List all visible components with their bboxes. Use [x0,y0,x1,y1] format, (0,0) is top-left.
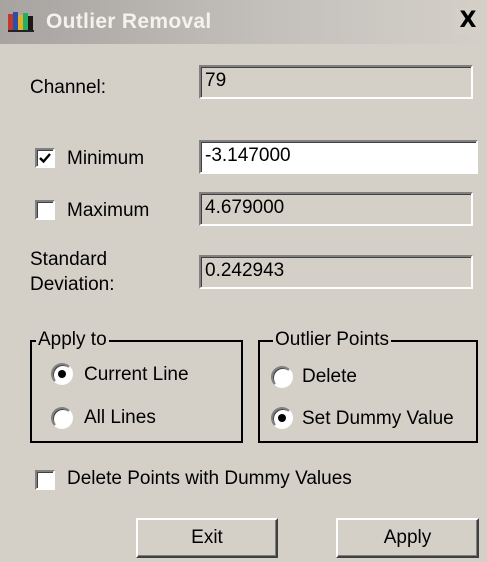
set-dummy-value-radio[interactable] [271,407,293,429]
minimum-label: Minimum [67,148,145,169]
app-icon [8,12,34,32]
current-line-radio[interactable] [51,363,73,385]
radio-dot-icon [58,370,66,378]
title-bar[interactable]: Outlier Removal X [0,0,487,44]
close-icon: X [459,8,477,33]
delete-dummy-points-checkbox[interactable] [35,470,55,490]
maximum-checkbox[interactable] [35,200,55,220]
radio-dot-icon [278,414,286,422]
minimum-input[interactable]: -3.147000 [199,140,478,174]
apply-button[interactable]: Apply [336,518,479,558]
apply-to-group-title: Apply to [36,329,109,351]
std-dev-field: 0.242943 [199,255,473,289]
outlier-removal-dialog: Outlier Removal X Channel: 79 Minimum -3… [0,0,487,562]
maximum-label: Maximum [67,200,150,221]
all-lines-radio[interactable] [51,407,73,429]
delete-radio[interactable] [271,366,293,388]
delete-dummy-points-label: Delete Points with Dummy Values [67,468,352,489]
checkmark-icon [39,153,51,164]
outlier-points-group-title: Outlier Points [273,329,392,351]
maximum-field: 4.679000 [199,192,473,226]
std-dev-label-line1: Standard [30,249,108,270]
delete-label: Delete [302,366,357,387]
std-dev-label-line2: Deviation: [30,274,115,295]
channel-field: 79 [199,65,473,99]
set-dummy-value-label: Set Dummy Value [302,408,454,429]
close-button[interactable]: X [455,8,481,34]
window-title: Outlier Removal [46,10,212,33]
all-lines-label: All Lines [84,407,156,428]
minimum-checkbox[interactable] [35,148,55,168]
exit-button[interactable]: Exit [136,518,278,558]
current-line-label: Current Line [84,364,189,385]
channel-label: Channel: [30,77,107,98]
